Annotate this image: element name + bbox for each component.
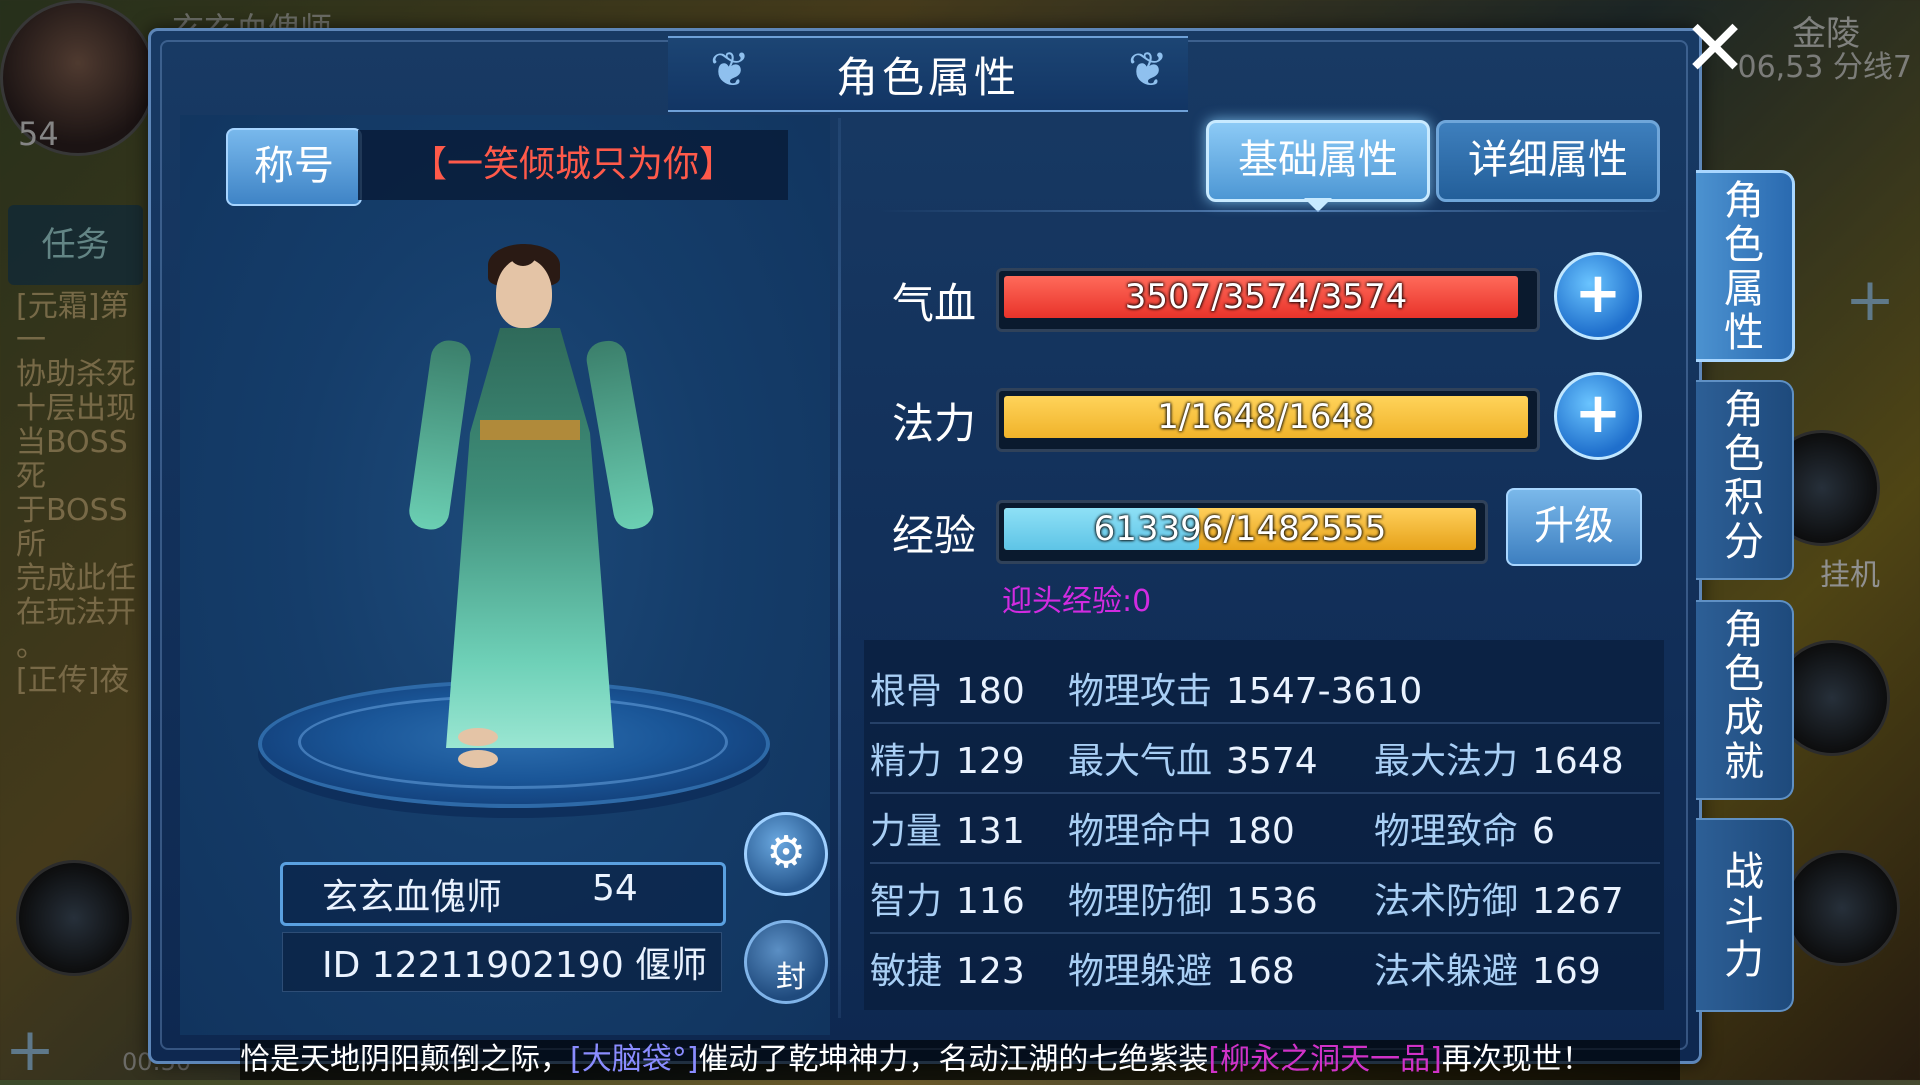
stat-key: 法术防御 — [1374, 881, 1519, 922]
character-model-hairbun — [510, 244, 536, 266]
dialog-title: 角色属性 — [835, 53, 1020, 102]
stat-key: 力量 — [870, 811, 943, 852]
exp-label: 经验 — [892, 511, 977, 560]
stat-value: 1536 — [1226, 881, 1318, 922]
side-tab-combat-power[interactable]: 战斗力 — [1696, 818, 1794, 1012]
stat-value: 1547-3610 — [1226, 671, 1423, 712]
add-mp-button[interactable]: + — [1554, 372, 1642, 460]
stat-key: 智力 — [870, 881, 943, 922]
character-name: 玄玄血傀师 — [322, 877, 503, 918]
broadcast-text: 恰是天地阴阳颠倒之际， — [240, 1042, 570, 1077]
stat-value: 131 — [956, 811, 1025, 852]
stat-liliang: 力量 131 — [870, 802, 1025, 854]
stat-jingli: 精力 129 — [870, 732, 1025, 784]
broadcast-player-link[interactable]: [大脑袋°] — [570, 1042, 698, 1077]
side-tab-character-attributes[interactable]: 角色属性 — [1696, 170, 1795, 362]
stat-value: 123 — [956, 951, 1025, 992]
tab-basic-attributes[interactable]: 基础属性 — [1206, 120, 1430, 202]
stat-max-hp: 最大气血 3574 — [1068, 732, 1318, 784]
row-divider — [870, 792, 1660, 794]
stat-gengu: 根骨 180 — [870, 662, 1025, 714]
character-level: 54 — [592, 868, 638, 909]
hp-label: 气血 — [892, 279, 977, 328]
stat-physical-attack: 物理攻击 1547-3610 — [1068, 662, 1422, 714]
stat-physical-defense: 物理防御 1536 — [1068, 872, 1318, 924]
stat-key: 法术躲避 — [1374, 951, 1519, 992]
broadcast-item-link[interactable]: [柳永之洞天一品] — [1208, 1042, 1441, 1077]
gear-icon[interactable]: ⚙ — [744, 812, 828, 896]
stat-key: 物理防御 — [1068, 881, 1213, 922]
stat-physical-crit: 物理致命 6 — [1374, 802, 1555, 854]
stat-magic-defense: 法术防御 1267 — [1374, 872, 1624, 924]
stat-physical-hit: 物理命中 180 — [1068, 802, 1295, 854]
stat-key: 最大法力 — [1374, 741, 1519, 782]
side-tab-character-points[interactable]: 角色积分 — [1696, 380, 1794, 580]
character-model-head — [496, 258, 552, 328]
character-model-feet — [458, 728, 608, 768]
stat-physical-dodge: 物理躲避 168 — [1068, 942, 1295, 994]
exp-value: 613396/1482555 — [1093, 509, 1387, 549]
stat-value: 168 — [1226, 951, 1295, 992]
side-tab-label: 角色成就 — [1724, 607, 1764, 785]
system-broadcast: 恰是天地阴阳颠倒之际，[大脑袋°]催动了乾坤神力，名动江湖的七绝紫装[柳永之洞天… — [240, 1040, 1680, 1080]
tab-separator — [880, 210, 1670, 212]
stat-magic-dodge: 法术躲避 169 — [1374, 942, 1601, 994]
stat-value: 116 — [956, 881, 1025, 922]
seal-label: 封 — [776, 960, 806, 995]
side-tab-character-achievements[interactable]: 角色成就 — [1696, 600, 1794, 800]
broadcast-text: 催动了乾坤神力，名动江湖的七绝紫装 — [698, 1042, 1209, 1077]
stat-max-mp: 最大法力 1648 — [1374, 732, 1624, 784]
hp-value: 3507/3574/3574 — [1124, 277, 1408, 317]
row-divider — [870, 722, 1660, 724]
side-tab-label: 角色积分 — [1724, 387, 1764, 565]
stat-value: 1267 — [1532, 881, 1624, 922]
mp-value: 1/1648/1648 — [1157, 397, 1375, 437]
broadcast-text: 再次现世！ — [1441, 1042, 1592, 1077]
stat-key: 最大气血 — [1068, 741, 1213, 782]
head-exp-text: 迎头经验:0 — [1002, 584, 1152, 619]
row-divider — [870, 932, 1660, 934]
character-id-class: ID 12211902190 偃师 — [322, 945, 708, 986]
close-icon[interactable]: ✕ — [1680, 10, 1750, 88]
stat-minjie: 敏捷 123 — [870, 942, 1025, 994]
stat-key: 物理命中 — [1068, 811, 1213, 852]
side-tab-label: 角色属性 — [1724, 178, 1764, 356]
mp-label: 法力 — [892, 399, 977, 448]
panel-divider — [838, 118, 841, 1018]
level-up-button[interactable]: 升级 — [1506, 488, 1642, 566]
stat-key: 物理致命 — [1374, 811, 1519, 852]
title-value: 【一笑倾城只为你】 — [358, 130, 788, 200]
stat-value: 3574 — [1226, 741, 1318, 782]
stat-value: 180 — [956, 671, 1025, 712]
stat-key: 精力 — [870, 741, 943, 782]
stat-value: 180 — [1226, 811, 1295, 852]
tab-detailed-attributes[interactable]: 详细属性 — [1436, 120, 1660, 202]
side-tab-label: 战斗力 — [1724, 849, 1764, 983]
stat-key: 物理躲避 — [1068, 951, 1213, 992]
row-divider — [870, 862, 1660, 864]
stat-value: 129 — [956, 741, 1025, 782]
stat-zhili: 智力 116 — [870, 872, 1025, 924]
add-hp-button[interactable]: + — [1554, 252, 1642, 340]
stat-key: 敏捷 — [870, 951, 943, 992]
character-model-belt — [480, 420, 580, 440]
title-button[interactable]: 称号 — [226, 128, 362, 206]
stat-value: 169 — [1532, 951, 1601, 992]
stat-key: 物理攻击 — [1068, 671, 1213, 712]
stat-key: 根骨 — [870, 671, 943, 712]
stat-value: 6 — [1532, 811, 1555, 852]
stat-value: 1648 — [1532, 741, 1624, 782]
